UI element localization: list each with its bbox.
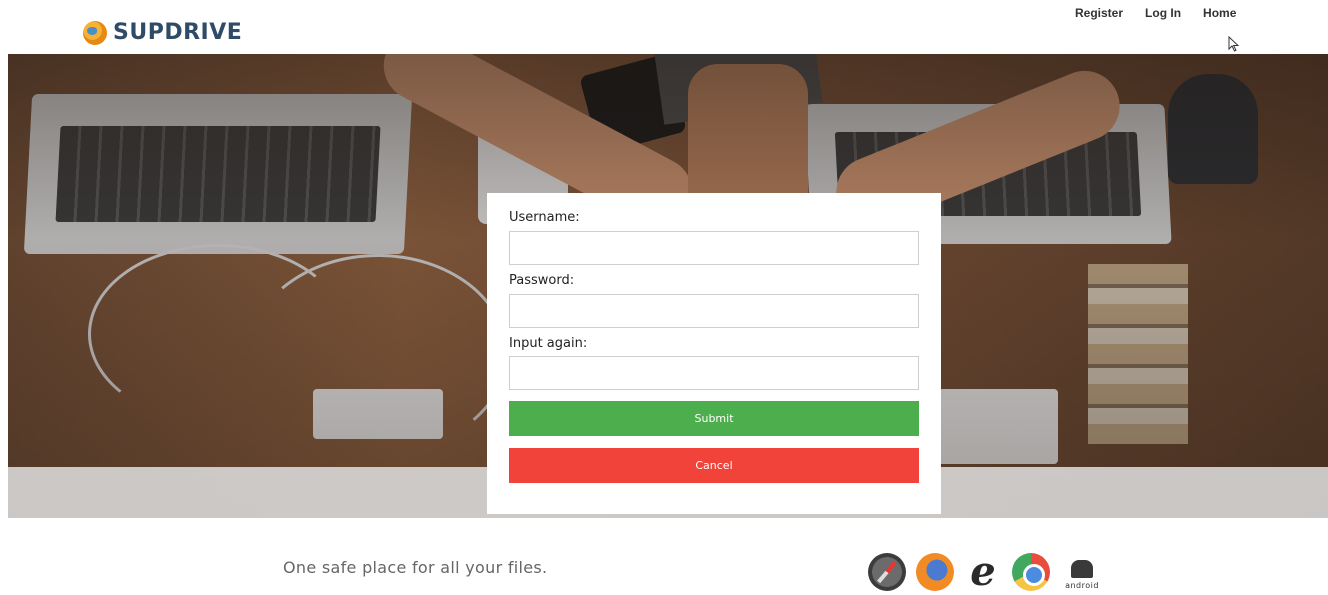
register-form: Username: Password: Input again: Submit …: [487, 193, 941, 514]
android-icon: android: [1060, 552, 1104, 592]
username-label: Username:: [509, 210, 580, 225]
logo-text: SUPDRIVE: [113, 20, 243, 45]
tagline: One safe place for all your files.: [283, 558, 548, 577]
submit-button[interactable]: Submit: [509, 401, 919, 436]
cancel-button[interactable]: Cancel: [509, 448, 919, 483]
password-label: Password:: [509, 273, 575, 288]
confirm-password-label: Input again:: [509, 336, 588, 351]
top-nav: Register Log In Home: [1075, 6, 1236, 20]
nav-register-link[interactable]: Register: [1075, 6, 1123, 20]
mouse-cursor-icon: [1228, 36, 1240, 52]
firefox-icon: [916, 553, 954, 591]
nav-login-link[interactable]: Log In: [1145, 6, 1181, 20]
internet-explorer-icon: e: [970, 548, 996, 595]
globe-logo-icon: [83, 20, 107, 45]
username-input[interactable]: [509, 231, 919, 265]
site-logo[interactable]: SUPDRIVE: [83, 20, 242, 45]
supported-platforms: e android: [868, 552, 1104, 592]
nav-home-link[interactable]: Home: [1203, 6, 1236, 20]
header: SUPDRIVE Register Log In Home: [0, 0, 1328, 54]
safari-icon: [868, 553, 906, 591]
chrome-icon: [1012, 553, 1050, 591]
confirm-password-input[interactable]: [509, 356, 919, 390]
android-label: android: [1065, 581, 1099, 590]
password-input[interactable]: [509, 294, 919, 328]
